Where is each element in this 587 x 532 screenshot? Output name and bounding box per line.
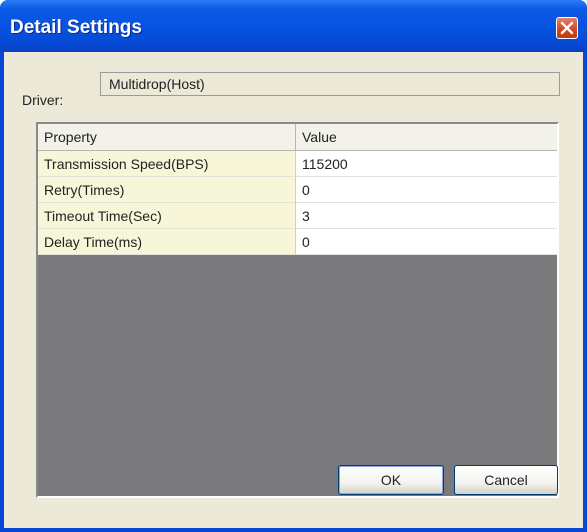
ok-button[interactable]: OK xyxy=(338,465,444,495)
title-bar[interactable]: Detail Settings xyxy=(0,0,587,52)
property-cell: Timeout Time(Sec) xyxy=(38,203,296,229)
table-row[interactable]: Transmission Speed(BPS) 115200 xyxy=(38,151,557,177)
cancel-button[interactable]: Cancel xyxy=(454,465,558,495)
value-cell[interactable]: 115200 xyxy=(296,151,557,177)
column-header-property[interactable]: Property xyxy=(38,124,296,150)
value-cell[interactable]: 0 xyxy=(296,229,557,255)
column-header-value[interactable]: Value xyxy=(296,124,557,150)
table-row[interactable]: Delay Time(ms) 0 xyxy=(38,229,557,255)
property-cell: Retry(Times) xyxy=(38,177,296,203)
dialog-window: Detail Settings Driver: Multidrop(Host) … xyxy=(0,0,587,532)
table-row[interactable]: Retry(Times) 0 xyxy=(38,177,557,203)
property-cell: Transmission Speed(BPS) xyxy=(38,151,296,177)
grid-header: Property Value xyxy=(38,124,557,151)
value-cell[interactable]: 3 xyxy=(296,203,557,229)
property-cell: Delay Time(ms) xyxy=(38,229,296,255)
close-icon xyxy=(560,21,574,35)
close-button[interactable] xyxy=(556,17,578,39)
dialog-body: Driver: Multidrop(Host) Property Value T… xyxy=(4,52,583,528)
driver-label: Driver: xyxy=(22,92,64,108)
dialog-title: Detail Settings xyxy=(10,17,142,38)
value-cell[interactable]: 0 xyxy=(296,177,557,203)
driver-field: Multidrop(Host) xyxy=(100,72,560,96)
property-grid: Property Value Transmission Speed(BPS) 1… xyxy=(36,122,559,498)
table-row[interactable]: Timeout Time(Sec) 3 xyxy=(38,203,557,229)
